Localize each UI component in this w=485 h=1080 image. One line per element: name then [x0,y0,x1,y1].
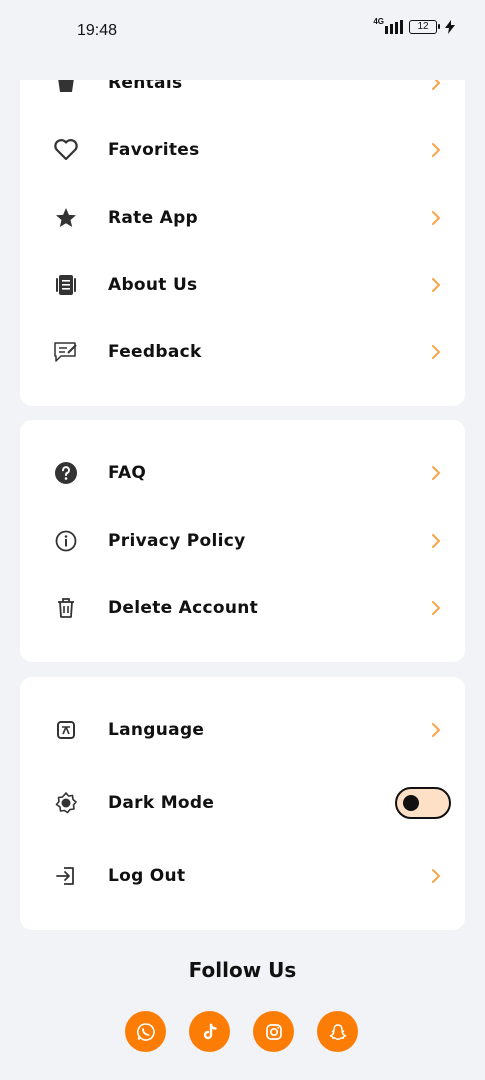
chevron-right-icon [429,720,443,740]
whatsapp-link[interactable] [125,1011,166,1052]
menu-item-delete-account[interactable]: Delete Account [20,583,465,633]
chevron-right-icon [429,140,443,160]
menu-item-dark-mode[interactable]: Dark Mode [20,778,465,828]
status-time: 19:48 [77,22,118,39]
network-type: 4G [373,16,384,26]
translate-icon [52,716,80,744]
menu-item-label: Rate App [108,208,199,228]
chevron-right-icon [429,866,443,886]
chevron-right-icon [429,463,443,483]
star-icon [52,204,80,232]
social-links [125,1011,358,1052]
menu-item-rate-app[interactable]: Rate App [20,193,465,243]
chevron-right-icon [429,208,443,228]
menu-item-label: Privacy Policy [108,531,246,551]
heart-icon [52,136,80,164]
menu-item-label: Dark Mode [108,793,215,813]
menu-item-faq[interactable]: FAQ [20,448,465,498]
snapchat-link[interactable] [317,1011,358,1052]
chevron-right-icon [429,342,443,362]
menu-item-label: FAQ [108,463,147,483]
menu-item-label: Language [108,720,205,740]
snapchat-icon [329,1023,346,1040]
follow-us-heading: Follow Us [188,958,297,982]
charging-icon [445,20,455,34]
logout-icon [52,862,80,890]
menu-item-language[interactable]: Language [20,705,465,755]
instagram-icon [265,1023,282,1040]
trash-icon [52,594,80,622]
menu-item-label: Delete Account [108,598,259,618]
menu-card-general: Rentals Favorites Rate App About Us Feed… [20,40,465,406]
menu-item-privacy-policy[interactable]: Privacy Policy [20,516,465,566]
menu-item-label: Favorites [108,140,200,160]
signal-icon [385,20,403,34]
feedback-icon [52,338,80,366]
dark-mode-toggle[interactable] [395,787,451,819]
menu-card-support: FAQ Privacy Policy Delete Account [20,420,465,662]
question-icon [52,459,80,487]
instagram-link[interactable] [253,1011,294,1052]
menu-item-label: Log Out [108,866,186,886]
chevron-right-icon [429,531,443,551]
toggle-knob [403,795,419,811]
whatsapp-icon [136,1022,155,1041]
brightness-icon [52,789,80,817]
battery-indicator: 12 [409,20,440,34]
menu-item-log-out[interactable]: Log Out [20,851,465,901]
tiktok-icon [203,1023,217,1039]
menu-item-feedback[interactable]: Feedback [20,327,465,377]
chevron-right-icon [429,275,443,295]
menu-item-favorites[interactable]: Favorites [20,125,465,175]
menu-item-label: About Us [108,275,198,295]
status-bar: 19:48 4G 12 [0,0,485,80]
chevron-right-icon [429,598,443,618]
book-icon [52,271,80,299]
menu-card-settings: Language Dark Mode Log Out [20,677,465,930]
tiktok-link[interactable] [189,1011,230,1052]
menu-item-label: Feedback [108,342,202,362]
status-indicators: 4G 12 [373,16,455,34]
info-icon [52,527,80,555]
menu-item-about-us[interactable]: About Us [20,260,465,310]
